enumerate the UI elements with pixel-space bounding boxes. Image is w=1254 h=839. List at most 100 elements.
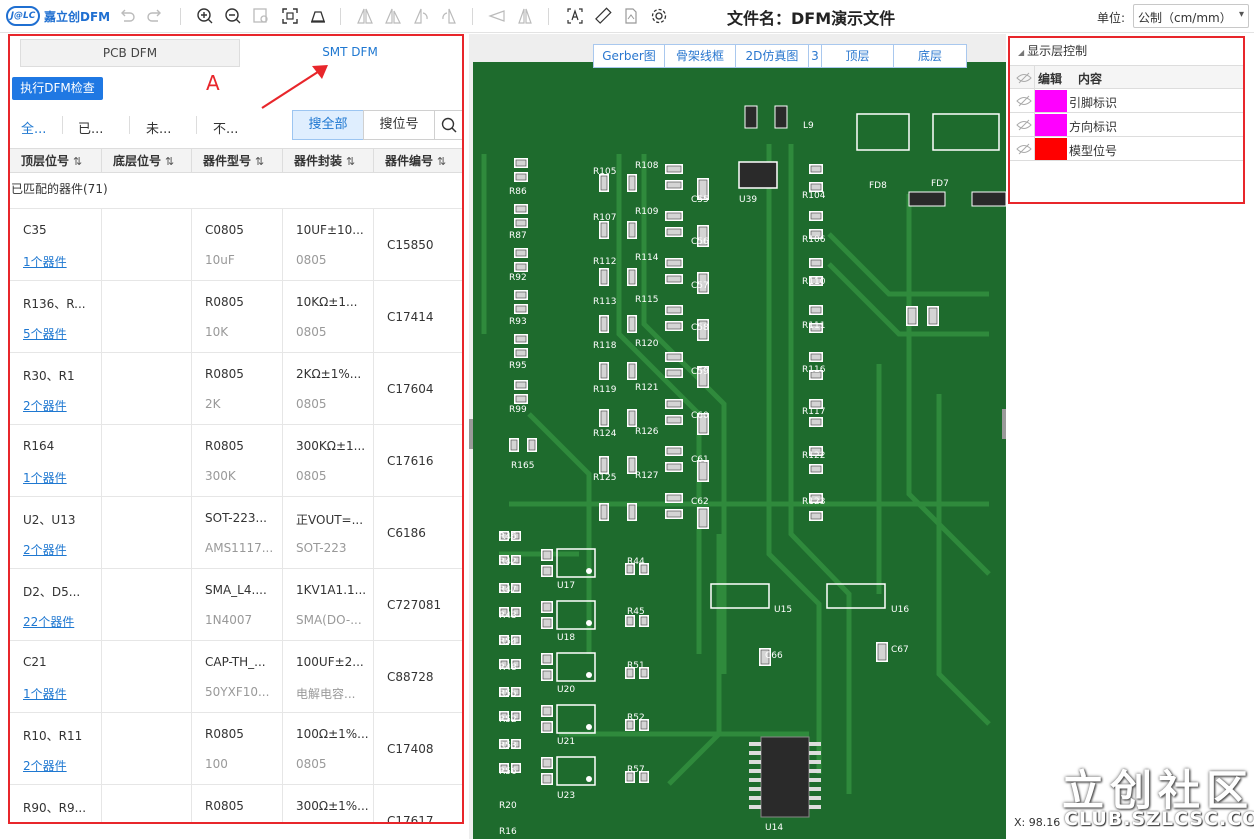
zoom-area-icon[interactable] — [252, 7, 270, 25]
pcb-pad-inner — [666, 416, 682, 424]
cell-part-number: C17604 — [374, 353, 462, 425]
pcb-pad-inner — [515, 205, 527, 213]
mirror-icon[interactable] — [356, 7, 374, 25]
component-count-link[interactable]: 1个器件 — [23, 253, 67, 270]
table-row[interactable]: R136、R... 5个器件 R0805 10K 10KΩ±1... 0805 C17414 — [10, 280, 462, 353]
zoom-in-icon[interactable] — [196, 7, 214, 25]
header-content: 内容 — [1078, 72, 1103, 86]
ruler-icon[interactable] — [594, 7, 612, 25]
pcb-pin1-dot — [586, 620, 592, 626]
pcb-pad-inner — [515, 219, 527, 227]
align-icon[interactable] — [488, 7, 506, 25]
col-top-designator[interactable]: 顶层位号 ⇅ — [10, 149, 102, 173]
text-tool-icon[interactable] — [566, 7, 584, 25]
fit-view-icon[interactable] — [281, 7, 299, 25]
filter-all[interactable]: 全... — [21, 118, 46, 137]
view-tab-top-layer[interactable]: 顶层 — [821, 44, 894, 68]
layer-row[interactable]: 方向标识 — [1010, 113, 1243, 137]
pcb-diode — [908, 191, 946, 207]
top-designator: R164 — [23, 439, 55, 453]
col-part-number[interactable]: 器件编号 ⇅ — [374, 149, 462, 173]
pcb-designator-label: R115 — [635, 295, 658, 305]
measure-icon[interactable] — [309, 7, 327, 25]
pcb-pad-inner — [600, 504, 608, 520]
component-count-link[interactable]: 2个器件 — [23, 397, 67, 414]
horizontal-scrollbar[interactable] — [10, 822, 390, 824]
filter-unmatched[interactable]: 未... — [146, 118, 171, 137]
table-row[interactable]: R30、R1 2个器件 R0805 2K 2KΩ±1%... 0805 C17604 — [10, 352, 462, 425]
layer-color-swatch[interactable] — [1035, 114, 1067, 136]
filter-not-placed[interactable]: 不... — [213, 118, 238, 137]
split-icon[interactable] — [516, 7, 534, 25]
table-row[interactable]: R10、R11 2个器件 R0805 100 100Ω±1%... 0805 C17408 — [10, 712, 462, 785]
pdf-icon[interactable] — [622, 7, 640, 25]
rotate-right-icon[interactable] — [440, 7, 458, 25]
pcb-designator-label: R44 — [627, 557, 645, 567]
eye-hidden-icon[interactable] — [1016, 71, 1032, 85]
table-row[interactable]: R90、R9... R0805 300Ω±1%... C17617 — [10, 784, 462, 822]
component-count-link[interactable]: 22个器件 — [23, 613, 74, 630]
search-all-toggle[interactable]: 搜全部 — [292, 110, 364, 140]
pcb-canvas[interactable]: R86 R87 R92 R93 R95 R99 R105 R107 R112 R113 R118 R1… — [469, 34, 1006, 839]
pcb-designator-label: R108 — [635, 161, 659, 171]
table-row[interactable]: D2、D5... 22个器件 SMA_L4.... 1N4007 1KV1A1.1...… — [10, 568, 462, 641]
pcb-pad-inner — [515, 159, 527, 167]
layer-color-swatch[interactable] — [1035, 138, 1067, 160]
pcb-designator-label: R123 — [802, 497, 825, 507]
col-package-label: 器件封装 — [294, 154, 343, 168]
pcb-pad-inner — [515, 335, 527, 343]
header-edit: 编辑 — [1038, 72, 1063, 86]
component-count-link[interactable]: 1个器件 — [23, 469, 67, 486]
pcb-pad-inner — [515, 381, 527, 389]
run-dfm-check-button[interactable]: 执行DFM检查 — [12, 77, 103, 100]
pcb-designator-label: L9 — [803, 121, 814, 131]
pcb-designator-label: FD7 — [931, 179, 949, 189]
layer-color-swatch[interactable] — [1035, 90, 1067, 112]
eye-hidden-icon[interactable] — [1016, 94, 1032, 108]
table-row[interactable]: C35 1个器件 C0805 10uF 10UF±10... 0805 C15850 — [10, 208, 462, 281]
layer-row[interactable]: 模型位号 — [1010, 137, 1243, 161]
undo-icon[interactable] — [118, 7, 136, 25]
layer-row[interactable]: 引脚标识 — [1010, 89, 1243, 113]
table-row[interactable]: R164 1个器件 R0805 300K 300KΩ±1... 0805 C17616 — [10, 424, 462, 497]
component-count-link[interactable]: 2个器件 — [23, 757, 67, 774]
unit-select[interactable]: 公制（cm/mm） ▾ — [1133, 4, 1249, 28]
eye-hidden-icon[interactable] — [1016, 142, 1032, 156]
pcb-pin — [809, 760, 821, 764]
col-part-model[interactable]: 器件型号 ⇅ — [192, 149, 283, 173]
component-count-link[interactable]: 1个器件 — [23, 685, 67, 702]
filter-matched[interactable]: 已... — [78, 118, 103, 137]
pcb-designator-label: R55 — [499, 689, 517, 699]
settings-gear-icon[interactable] — [650, 7, 668, 25]
view-tab-2d-sim[interactable]: 2D仿真图 — [735, 44, 809, 68]
pcb-board-drawing: R86 R87 R92 R93 R95 R99 R105 R107 R112 R113 R118 R1… — [469, 62, 1006, 839]
search-icon[interactable] — [434, 110, 462, 140]
view-tab-wireframe[interactable]: 骨架线框 — [664, 44, 736, 68]
view-tab-bottom-layer[interactable]: 底层 — [893, 44, 967, 68]
layer-panel-title[interactable]: ◢ 显示层控制 — [1018, 42, 1087, 59]
eye-hidden-icon[interactable] — [1016, 118, 1032, 132]
col-package[interactable]: 器件封装 ⇅ — [283, 149, 374, 173]
col-bottom-designator[interactable]: 底层位号 ⇅ — [102, 149, 192, 173]
search-position-toggle[interactable]: 搜位号 — [363, 110, 435, 140]
flip-icon[interactable] — [384, 7, 402, 25]
cell-package: 正VOUT=... SOT-223 — [283, 497, 374, 569]
zoom-out-icon[interactable] — [224, 7, 242, 25]
component-count-link[interactable]: 5个器件 — [23, 325, 67, 342]
cell-bottom-designator — [102, 785, 192, 822]
sort-icon: ⇅ — [346, 155, 356, 168]
component-count-link[interactable]: 2个器件 — [23, 541, 67, 558]
view-tab-gerber[interactable]: Gerber图 — [593, 44, 665, 68]
table-row[interactable]: U2、U13 2个器件 SOT-223... AMS1117... 正VOUT=... S… — [10, 496, 462, 569]
table-row[interactable]: C21 1个器件 CAP-TH_... 50YXF10... 100UF±2... 电解电… — [10, 640, 462, 713]
part-number: C15850 — [387, 238, 434, 252]
rotate-left-icon[interactable] — [412, 7, 430, 25]
pcb-pad-inner — [666, 181, 682, 189]
filter-row: 全... 已... 未... 不... 搜全部 搜位号 — [10, 110, 462, 140]
view-tab-3d[interactable]: 3 — [808, 44, 822, 68]
cell-part-number: C88728 — [374, 641, 462, 713]
cursor-coordinates: X: 98.16 — [1014, 816, 1061, 829]
tab-pcb-dfm[interactable]: PCB DFM — [20, 39, 240, 67]
pcb-designator-label: R118 — [593, 341, 617, 351]
redo-icon[interactable] — [146, 7, 164, 25]
